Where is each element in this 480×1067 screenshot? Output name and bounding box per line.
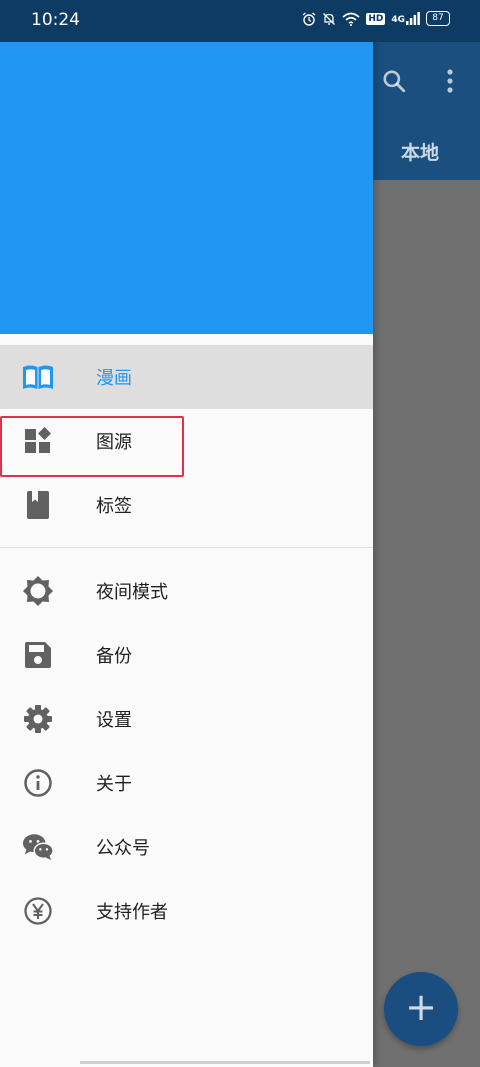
drawer-header [0,42,373,334]
drawer-item-label: 关于 [96,774,132,795]
highlight-annotation [0,416,184,477]
drawer-item-label: 备份 [96,646,132,667]
book-icon [22,361,54,393]
more-options-icon[interactable] [446,68,454,98]
tab-local[interactable]: 本地 [380,138,460,165]
drawer-item-label: 夜间模式 [96,582,168,603]
status-time: 10:24 [31,10,80,30]
drawer-item-tags[interactable]: 标签 [0,473,373,537]
network-type: 4G [391,15,405,25]
bookmark-icon [22,489,54,521]
drawer-item-support-author[interactable]: 支持作者 [0,879,373,943]
add-button[interactable]: + [384,972,458,1046]
hd-badge: HD [366,12,386,25]
brightness-icon [22,575,54,607]
battery-indicator: 87 [426,11,450,26]
drawer-item-label: 支持作者 [96,902,168,923]
drawer-item-about[interactable]: 关于 [0,751,373,815]
drawer-item-label: 漫画 [96,368,132,389]
alarm-icon [302,11,316,26]
search-icon[interactable] [381,68,407,98]
mute-icon [322,12,336,26]
yen-icon [22,895,54,927]
gear-icon [22,703,54,735]
drawer-item-label: 设置 [96,710,132,731]
navigation-drawer: 漫画 图源 标签 夜间模式 备份 设置 关于 公众号 支持作者 [0,0,373,1067]
drawer-item-official-account[interactable]: 公众号 [0,815,373,879]
navigation-handle [80,1061,370,1064]
drawer-item-settings[interactable]: 设置 [0,687,373,751]
drawer-item-backup[interactable]: 备份 [0,623,373,687]
drawer-item-night-mode[interactable]: 夜间模式 [0,559,373,623]
info-icon [22,767,54,799]
signal-icon [406,12,420,25]
drawer-divider [0,547,373,548]
save-icon [22,639,54,671]
drawer-item-comics[interactable]: 漫画 [0,345,373,409]
drawer-item-label: 公众号 [96,838,150,859]
drawer-item-label: 标签 [96,496,132,517]
wechat-icon [22,831,54,863]
wifi-icon [342,12,360,26]
status-bar: 10:24 HD 4G 87 [0,0,480,42]
